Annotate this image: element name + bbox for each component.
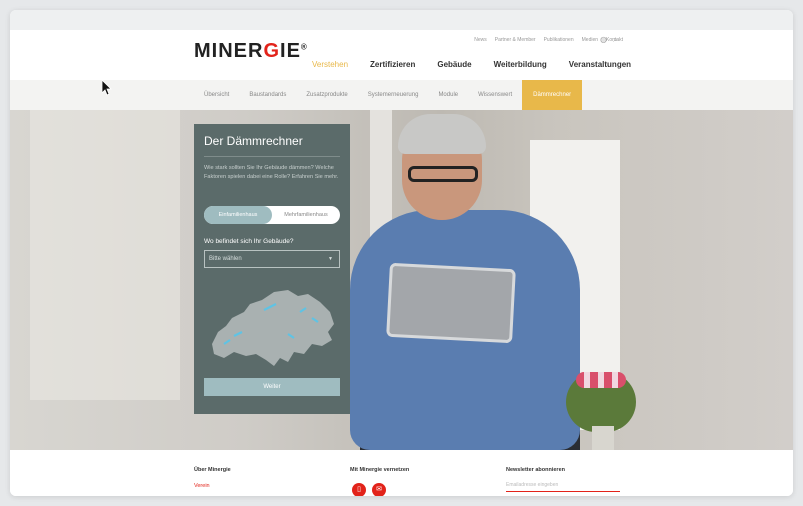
sub-nav-baustandards[interactable]: Baustandards [239,80,296,110]
location-select-value: Bitte wählen [209,256,242,262]
meta-nav-partner[interactable]: Partner & Member [495,37,536,43]
sub-nav-systemerneuerung[interactable]: Systemerneuerung [358,80,429,110]
location-question: Wo befindet sich Ihr Gebäude? [204,238,294,245]
weiter-button[interactable]: Weiter [204,378,340,396]
calculator-description: Wie stark sollten Sie Ihr Gebäude dämmen… [204,165,339,180]
logo-part-2: IE [280,40,301,62]
site-footer: Über Minergie Verein Mit Minergie vernet… [10,450,793,496]
search-icon[interactable]: ⌕ [613,35,617,45]
sub-nav-zusatzprodukte[interactable]: Zusatzprodukte [296,80,357,110]
sub-nav-daemmrechner[interactable]: Dämmrechner [522,80,583,110]
meta-nav-news[interactable]: News [474,37,487,43]
meta-nav-medien[interactable]: Medien [582,37,598,43]
building-type-toggle: Einfamilienhaus Mehrfamilienhaus [204,206,340,224]
hero-image [10,110,793,450]
flower-pot [592,426,614,450]
window-left [30,110,180,400]
meta-icons: ◍ ⌕ [600,35,617,45]
sub-nav-module[interactable]: Module [428,80,468,110]
sub-nav-wissenswert[interactable]: Wissenswert [468,80,522,110]
main-nav: Verstehen Zertifizieren Gebäude Weiterbi… [312,60,631,69]
mobile-icon[interactable]: ▯ [352,483,366,496]
main-nav-verstehen[interactable]: Verstehen [312,60,348,69]
newsletter-email-input[interactable]: Emailadresse eingeben [506,480,620,492]
logo-part-g: G [263,40,281,62]
meta-nav-publikationen[interactable]: Publikationen [544,37,574,43]
calculator-title: Der Dämmrechner [204,134,303,148]
main-nav-zertifizieren[interactable]: Zertifizieren [370,60,415,69]
main-nav-weiterbildung[interactable]: Weiterbildung [494,60,547,69]
footer-ueber-minergie: Über Minergie [194,467,231,473]
tablet [386,262,516,344]
daemmrechner-panel: Der Dämmrechner Wie stark sollten Sie Ih… [194,124,350,414]
footer-link-verein[interactable]: Verein [194,483,210,489]
person-hair [398,114,486,154]
footer-vernetzen: Mit Minergie vernetzen [350,467,410,473]
browser-frame: MINERGIE® News Partner & Member Publikat… [10,10,793,496]
site-header [10,30,793,80]
mouse-cursor-icon [102,80,112,96]
globe-icon[interactable]: ◍ [600,35,607,45]
mail-icon[interactable]: ✉ [372,483,386,496]
toggle-mehrfamilienhaus[interactable]: Mehrfamilienhaus [272,206,340,224]
calculator-divider [204,156,340,157]
minergie-logo[interactable]: MINERGIE® [194,40,308,63]
sub-nav-uebersicht[interactable]: Übersicht [194,80,239,110]
switzerland-map[interactable] [204,274,340,374]
footer-newsletter: Newsletter abonnieren [506,467,565,473]
chevron-down-icon: ▼ [328,256,333,262]
location-select[interactable]: Bitte wählen ▼ [204,250,340,268]
flowers [576,372,626,388]
person-glasses [408,166,478,182]
sub-nav: Übersicht Baustandards Zusatzprodukte Sy… [10,80,793,110]
logo-part-1: MINER [194,40,264,62]
main-nav-veranstaltungen[interactable]: Veranstaltungen [569,60,631,69]
main-nav-gebaeude[interactable]: Gebäude [437,60,471,69]
browser-top-strip [10,10,793,30]
email-placeholder: Emailadresse eingeben [506,482,559,488]
map-shape [212,290,334,366]
logo-registered: ® [300,42,308,52]
toggle-einfamilienhaus[interactable]: Einfamilienhaus [204,206,272,224]
